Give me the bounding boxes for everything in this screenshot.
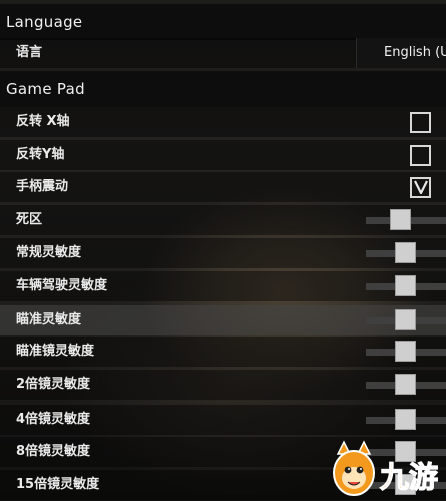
slider-thumb[interactable] — [395, 341, 416, 362]
vibration-checkbox[interactable] — [410, 177, 431, 198]
setting-label: 反转Y轴 — [16, 147, 65, 162]
slider-thumb[interactable] — [395, 309, 416, 330]
setting-label: 瞄准镜灵敏度 — [16, 344, 95, 359]
slider-thumb[interactable] — [390, 209, 411, 230]
setting-row-invert-x: 反转 X轴 — [0, 107, 446, 137]
setting-label: 2倍镜灵敏度 — [16, 377, 91, 392]
gamepad-section-header: Game Pad — [0, 71, 446, 107]
setting-label: 手柄震动 — [16, 179, 69, 194]
setting-row-vehicle-sensitivity: 车辆驾驶灵敏度 — [0, 271, 446, 301]
jiuyou-watermark-logo: 九游 — [328, 440, 446, 501]
setting-label: 反转 X轴 — [16, 114, 70, 129]
setting-row-general-sensitivity: 常规灵敏度 — [0, 238, 446, 268]
language-section-header: Language — [0, 4, 446, 40]
2x-scope-sensitivity-slider[interactable] — [366, 370, 446, 400]
setting-label: 车辆驾驶灵敏度 — [16, 278, 108, 293]
setting-row-vibration: 手柄震动 — [0, 172, 446, 202]
scope-sensitivity-slider[interactable] — [366, 337, 446, 367]
svg-text:九游: 九游 — [380, 460, 438, 494]
general-sensitivity-slider[interactable] — [366, 238, 446, 268]
checkmark-icon — [414, 180, 428, 194]
slider-thumb[interactable] — [395, 242, 416, 263]
language-section-title: Language — [6, 13, 83, 31]
setting-label: 4倍镜灵敏度 — [16, 412, 91, 427]
invert-y-checkbox[interactable] — [410, 145, 431, 166]
slider-thumb[interactable] — [395, 409, 416, 430]
orange-fox-mascot-icon: 九游 — [333, 440, 439, 496]
slider-thumb[interactable] — [395, 374, 416, 395]
4x-scope-sensitivity-slider[interactable] — [366, 405, 446, 435]
gamepad-section-title: Game Pad — [6, 80, 85, 98]
setting-row-invert-y: 反转Y轴 — [0, 140, 446, 170]
invert-x-checkbox[interactable] — [410, 112, 431, 133]
setting-row-4x-scope-sensitivity: 4倍镜灵敏度 — [0, 405, 446, 435]
setting-row-2x-scope-sensitivity: 2倍镜灵敏度 — [0, 370, 446, 400]
language-row: 语言 English (U — [0, 38, 446, 68]
slider-thumb[interactable] — [395, 275, 416, 296]
setting-label: 死区 — [16, 212, 43, 227]
setting-label: 瞄准灵敏度 — [16, 312, 82, 327]
language-dropdown-value: English (U — [384, 45, 446, 60]
deadzone-slider[interactable] — [366, 205, 446, 235]
setting-row-deadzone: 死区 — [0, 205, 446, 235]
setting-label: 常规灵敏度 — [16, 245, 82, 260]
language-dropdown[interactable]: English (U — [356, 38, 446, 68]
aim-sensitivity-slider[interactable] — [366, 305, 446, 335]
setting-label: 8倍镜灵敏度 — [16, 444, 91, 459]
setting-row-aim-sensitivity: 瞄准灵敏度 — [0, 305, 446, 335]
vehicle-sensitivity-slider[interactable] — [366, 271, 446, 301]
setting-row-scope-sensitivity: 瞄准镜灵敏度 — [0, 337, 446, 367]
language-label: 语言 — [16, 45, 43, 60]
setting-label: 15倍镜灵敏度 — [16, 477, 100, 492]
